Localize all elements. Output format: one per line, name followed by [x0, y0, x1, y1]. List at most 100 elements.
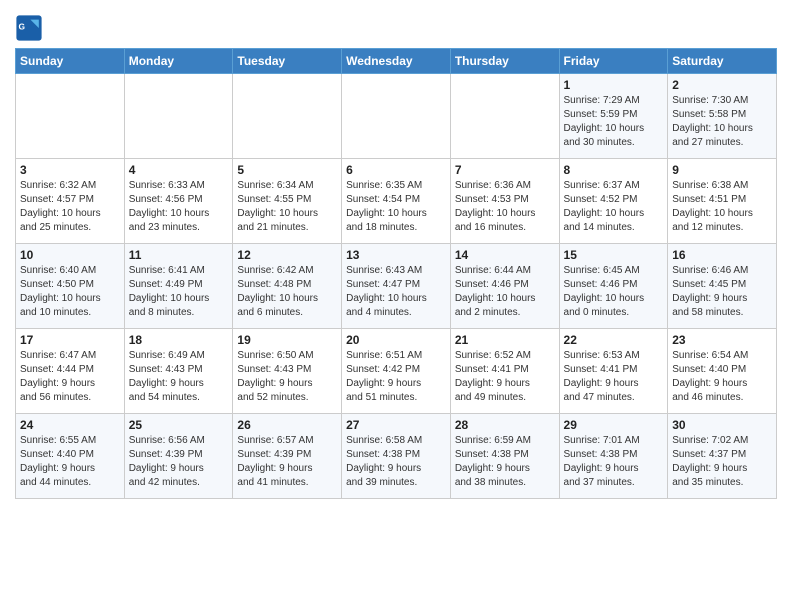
calendar-cell: 23 Sunrise: 6:54 AM Sunset: 4:40 PM Dayli…	[668, 329, 777, 414]
day-number: 20	[346, 333, 446, 347]
weekday-row: SundayMondayTuesdayWednesdayThursdayFrid…	[16, 49, 777, 74]
calendar-cell: 8 Sunrise: 6:37 AM Sunset: 4:52 PM Daylig…	[559, 159, 668, 244]
weekday-header: Saturday	[668, 49, 777, 74]
day-info: Sunrise: 6:43 AM Sunset: 4:47 PM Dayligh…	[346, 264, 446, 320]
weekday-header: Thursday	[450, 49, 559, 74]
calendar-cell: 30 Sunrise: 7:02 AM Sunset: 4:37 PM Dayli…	[668, 414, 777, 499]
day-info: Sunrise: 6:35 AM Sunset: 4:54 PM Dayligh…	[346, 179, 446, 235]
calendar-cell: 21 Sunrise: 6:52 AM Sunset: 4:41 PM Dayli…	[450, 329, 559, 414]
weekday-header: Sunday	[16, 49, 125, 74]
day-info: Sunrise: 6:55 AM Sunset: 4:40 PM Dayligh…	[20, 434, 120, 490]
svg-text:G: G	[19, 21, 26, 31]
calendar-cell: 1 Sunrise: 7:29 AM Sunset: 5:59 PM Daylig…	[559, 74, 668, 159]
calendar-cell: 27Sunrise: 6:58 AM Sunset: 4:38 PM Dayli…	[342, 414, 451, 499]
day-info: Sunrise: 6:50 AM Sunset: 4:43 PM Dayligh…	[237, 349, 337, 405]
day-number: 7	[455, 163, 555, 177]
day-number: 30	[672, 418, 772, 432]
day-number: 13	[346, 248, 446, 262]
day-number: 16	[672, 248, 772, 262]
calendar-week-row: 3 Sunrise: 6:32 AM Sunset: 4:57 PM Daylig…	[16, 159, 777, 244]
day-info: Sunrise: 6:40 AM Sunset: 4:50 PM Dayligh…	[20, 264, 120, 320]
calendar-cell	[16, 74, 125, 159]
day-info: Sunrise: 6:56 AM Sunset: 4:39 PM Dayligh…	[129, 434, 229, 490]
calendar-cell: 20Sunrise: 6:51 AM Sunset: 4:42 PM Dayli…	[342, 329, 451, 414]
calendar-cell	[450, 74, 559, 159]
calendar-cell	[233, 74, 342, 159]
calendar-cell: 22 Sunrise: 6:53 AM Sunset: 4:41 PM Dayli…	[559, 329, 668, 414]
day-info: Sunrise: 6:49 AM Sunset: 4:43 PM Dayligh…	[129, 349, 229, 405]
day-info: Sunrise: 6:57 AM Sunset: 4:39 PM Dayligh…	[237, 434, 337, 490]
day-info: Sunrise: 6:59 AM Sunset: 4:38 PM Dayligh…	[455, 434, 555, 490]
day-number: 1	[564, 78, 664, 92]
calendar-cell: 28Sunrise: 6:59 AM Sunset: 4:38 PM Dayli…	[450, 414, 559, 499]
day-info: Sunrise: 6:33 AM Sunset: 4:56 PM Dayligh…	[129, 179, 229, 235]
calendar-cell: 15 Sunrise: 6:45 AM Sunset: 4:46 PM Dayli…	[559, 244, 668, 329]
day-number: 9	[672, 163, 772, 177]
calendar-cell: 2 Sunrise: 7:30 AM Sunset: 5:58 PM Daylig…	[668, 74, 777, 159]
calendar-cell: 17 Sunrise: 6:47 AM Sunset: 4:44 PM Dayli…	[16, 329, 125, 414]
day-info: Sunrise: 6:38 AM Sunset: 4:51 PM Dayligh…	[672, 179, 772, 235]
logo: G	[15, 14, 47, 42]
calendar-cell: 3 Sunrise: 6:32 AM Sunset: 4:57 PM Daylig…	[16, 159, 125, 244]
calendar-cell: 25Sunrise: 6:56 AM Sunset: 4:39 PM Dayli…	[124, 414, 233, 499]
calendar-cell	[124, 74, 233, 159]
day-number: 10	[20, 248, 120, 262]
day-number: 6	[346, 163, 446, 177]
day-info: Sunrise: 7:29 AM Sunset: 5:59 PM Dayligh…	[564, 94, 664, 150]
day-number: 8	[564, 163, 664, 177]
calendar-cell: 9 Sunrise: 6:38 AM Sunset: 4:51 PM Daylig…	[668, 159, 777, 244]
day-info: Sunrise: 6:54 AM Sunset: 4:40 PM Dayligh…	[672, 349, 772, 405]
calendar-cell: 26 Sunrise: 6:57 AM Sunset: 4:39 PM Dayli…	[233, 414, 342, 499]
day-number: 22	[564, 333, 664, 347]
calendar-cell: 18 Sunrise: 6:49 AM Sunset: 4:43 PM Dayli…	[124, 329, 233, 414]
calendar-cell: 13 Sunrise: 6:43 AM Sunset: 4:47 PM Dayli…	[342, 244, 451, 329]
calendar-cell: 10 Sunrise: 6:40 AM Sunset: 4:50 PM Dayli…	[16, 244, 125, 329]
day-info: Sunrise: 6:52 AM Sunset: 4:41 PM Dayligh…	[455, 349, 555, 405]
day-info: Sunrise: 7:30 AM Sunset: 5:58 PM Dayligh…	[672, 94, 772, 150]
day-info: Sunrise: 6:36 AM Sunset: 4:53 PM Dayligh…	[455, 179, 555, 235]
day-number: 3	[20, 163, 120, 177]
calendar-cell: 29Sunrise: 7:01 AM Sunset: 4:38 PM Dayli…	[559, 414, 668, 499]
calendar-cell: 16 Sunrise: 6:46 AM Sunset: 4:45 PM Dayli…	[668, 244, 777, 329]
day-info: Sunrise: 6:44 AM Sunset: 4:46 PM Dayligh…	[455, 264, 555, 320]
day-number: 21	[455, 333, 555, 347]
day-info: Sunrise: 7:02 AM Sunset: 4:37 PM Dayligh…	[672, 434, 772, 490]
weekday-header: Monday	[124, 49, 233, 74]
day-info: Sunrise: 7:01 AM Sunset: 4:38 PM Dayligh…	[564, 434, 664, 490]
day-number: 19	[237, 333, 337, 347]
day-number: 26	[237, 418, 337, 432]
calendar-cell: 24 Sunrise: 6:55 AM Sunset: 4:40 PM Dayli…	[16, 414, 125, 499]
day-info: Sunrise: 6:53 AM Sunset: 4:41 PM Dayligh…	[564, 349, 664, 405]
day-number: 18	[129, 333, 229, 347]
day-number: 12	[237, 248, 337, 262]
day-number: 17	[20, 333, 120, 347]
day-info: Sunrise: 6:41 AM Sunset: 4:49 PM Dayligh…	[129, 264, 229, 320]
calendar-cell: 14 Sunrise: 6:44 AM Sunset: 4:46 PM Dayli…	[450, 244, 559, 329]
day-info: Sunrise: 6:45 AM Sunset: 4:46 PM Dayligh…	[564, 264, 664, 320]
page-header: G	[15, 10, 777, 42]
day-number: 2	[672, 78, 772, 92]
day-number: 15	[564, 248, 664, 262]
calendar-body: 1 Sunrise: 7:29 AM Sunset: 5:59 PM Daylig…	[16, 74, 777, 499]
weekday-header: Wednesday	[342, 49, 451, 74]
calendar-cell: 19 Sunrise: 6:50 AM Sunset: 4:43 PM Dayli…	[233, 329, 342, 414]
day-info: Sunrise: 6:37 AM Sunset: 4:52 PM Dayligh…	[564, 179, 664, 235]
calendar-cell	[342, 74, 451, 159]
day-info: Sunrise: 6:42 AM Sunset: 4:48 PM Dayligh…	[237, 264, 337, 320]
calendar-cell: 12 Sunrise: 6:42 AM Sunset: 4:48 PM Dayli…	[233, 244, 342, 329]
day-info: Sunrise: 6:32 AM Sunset: 4:57 PM Dayligh…	[20, 179, 120, 235]
calendar-cell: 5Sunrise: 6:34 AM Sunset: 4:55 PM Daylig…	[233, 159, 342, 244]
calendar-cell: 4Sunrise: 6:33 AM Sunset: 4:56 PM Daylig…	[124, 159, 233, 244]
calendar-week-row: 1 Sunrise: 7:29 AM Sunset: 5:59 PM Daylig…	[16, 74, 777, 159]
calendar-cell: 6 Sunrise: 6:35 AM Sunset: 4:54 PM Daylig…	[342, 159, 451, 244]
day-number: 24	[20, 418, 120, 432]
weekday-header: Tuesday	[233, 49, 342, 74]
day-info: Sunrise: 6:46 AM Sunset: 4:45 PM Dayligh…	[672, 264, 772, 320]
day-info: Sunrise: 6:47 AM Sunset: 4:44 PM Dayligh…	[20, 349, 120, 405]
day-number: 23	[672, 333, 772, 347]
calendar-week-row: 24 Sunrise: 6:55 AM Sunset: 4:40 PM Dayli…	[16, 414, 777, 499]
day-number: 14	[455, 248, 555, 262]
calendar-table: SundayMondayTuesdayWednesdayThursdayFrid…	[15, 48, 777, 499]
weekday-header: Friday	[559, 49, 668, 74]
calendar-week-row: 17 Sunrise: 6:47 AM Sunset: 4:44 PM Dayli…	[16, 329, 777, 414]
